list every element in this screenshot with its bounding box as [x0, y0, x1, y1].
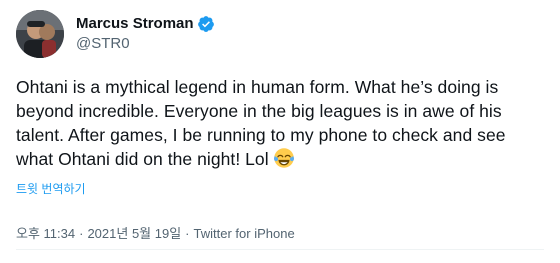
display-name[interactable]: Marcus Stroman — [76, 14, 194, 34]
tweet-text: Ohtani is a mythical legend in human for… — [16, 75, 546, 175]
tweet-source[interactable]: Twitter for iPhone — [194, 225, 295, 243]
meta-separator: · — [185, 226, 190, 241]
name-row: Marcus Stroman — [76, 14, 215, 34]
avatar[interactable] — [16, 10, 64, 58]
tweet-text-content: Ohtani is a mythical legend in human for… — [16, 77, 506, 169]
tweet-meta: 오후 11:34 · 2021년 5월 19일 · Twitter for iP… — [16, 225, 544, 243]
translate-tweet-link[interactable]: 트윗 번역하기 — [16, 181, 544, 197]
meta-separator: · — [79, 226, 84, 241]
handle[interactable]: @STR0 — [76, 34, 215, 54]
author-names: Marcus Stroman @STR0 — [76, 14, 215, 54]
divider — [16, 249, 544, 250]
tweet-card: Marcus Stroman @STR0 Ohtani is a mythica… — [0, 0, 560, 263]
face-with-tears-of-joy-icon — [273, 147, 295, 175]
verified-badge-icon — [197, 15, 215, 33]
tweet-time[interactable]: 오후 11:34 — [16, 225, 75, 243]
tweet-header: Marcus Stroman @STR0 — [16, 10, 544, 58]
tweet-date[interactable]: 2021년 5월 19일 — [87, 225, 181, 243]
avatar-image — [16, 10, 64, 58]
